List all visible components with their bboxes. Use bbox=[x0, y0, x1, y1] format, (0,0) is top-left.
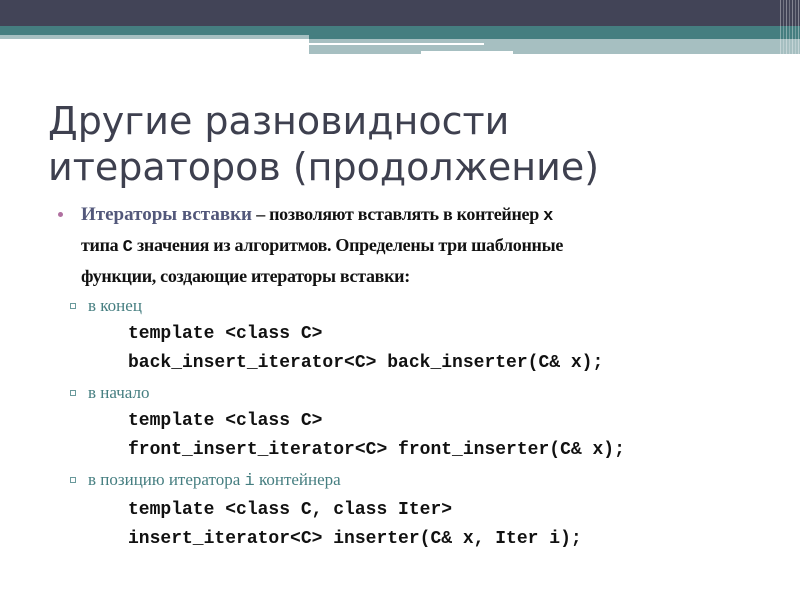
intro-text-a: позволяют вставлять в контейнер bbox=[269, 204, 544, 224]
code-x: x bbox=[543, 207, 554, 226]
slide-title-line-1: Другие разновидности bbox=[48, 99, 510, 143]
bullet-dot-icon bbox=[58, 212, 63, 217]
slide-title: Другие разновидности итераторов (продолж… bbox=[48, 98, 748, 190]
square-bullet-icon bbox=[70, 303, 76, 309]
header-band-light-right bbox=[309, 39, 800, 54]
subbullet-front: в начало bbox=[58, 378, 758, 407]
subbullet-label-b: контейнера bbox=[254, 470, 341, 489]
square-bullet-icon bbox=[70, 390, 76, 396]
code-c: C bbox=[122, 238, 133, 257]
header-white-line bbox=[309, 43, 484, 45]
code-line: back_insert_iterator<C> back_inserter(C&… bbox=[128, 353, 604, 373]
code-line: front_insert_iterator<C> front_inserter(… bbox=[128, 440, 625, 460]
header-stripes-decoration bbox=[780, 0, 800, 54]
code-line: template <class C, class Iter> bbox=[128, 500, 453, 520]
header-band-teal bbox=[0, 26, 800, 35]
code-line: insert_iterator<C> inserter(C& x, Iter i… bbox=[128, 529, 582, 549]
code-line: template <class C> bbox=[128, 411, 323, 431]
subbullet-position: в позицию итератора i контейнера bbox=[58, 465, 758, 496]
code-line: template <class C> bbox=[128, 324, 323, 344]
slide-title-line-2: итераторов (продолжение) bbox=[48, 145, 600, 189]
code-i: i bbox=[244, 472, 255, 491]
header-band-dark bbox=[0, 0, 800, 26]
intro-text-b: типа bbox=[81, 235, 123, 255]
subbullet-label: в конец bbox=[88, 296, 142, 315]
subbullet-back: в конец bbox=[58, 291, 758, 320]
subbullet-label: в начало bbox=[88, 383, 150, 402]
dash: – bbox=[252, 204, 270, 224]
header-white-cut bbox=[421, 51, 513, 54]
term-insert-iterators: Итераторы вставки bbox=[81, 204, 252, 225]
header-band-light-left bbox=[0, 35, 309, 39]
slide-content: Итераторы вставки – позволяют вставлять … bbox=[58, 200, 758, 554]
intro-text-c: значения из алгоритмов. Определены три ш… bbox=[132, 235, 564, 255]
subbullet-label-a: в позицию итератора bbox=[88, 470, 245, 489]
square-bullet-icon bbox=[70, 477, 76, 483]
bullet-insert-iterators: Итераторы вставки – позволяют вставлять … bbox=[58, 200, 758, 291]
intro-text-d: функции, создающие итераторы вставки: bbox=[81, 266, 410, 286]
